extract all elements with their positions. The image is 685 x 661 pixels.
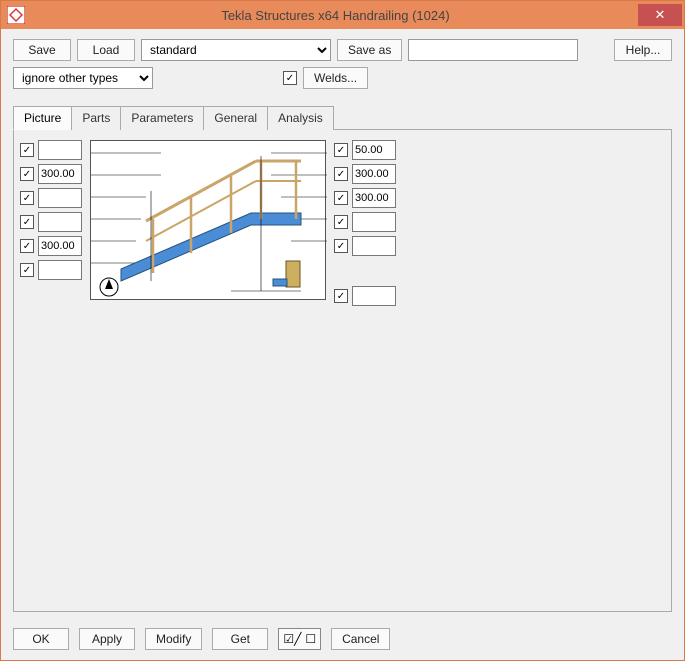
left-check-6[interactable]: ✓: [20, 263, 34, 277]
left-value-3[interactable]: [38, 188, 82, 208]
tab-parameters[interactable]: Parameters: [120, 106, 204, 130]
right-value-1[interactable]: [352, 140, 396, 160]
welds-checkbox[interactable]: ✓: [283, 71, 297, 85]
left-check-2[interactable]: ✓: [20, 167, 34, 181]
tab-panel-picture: ✓ ✓ ✓ ✓ ✓ ✓: [13, 130, 672, 612]
right-check-2[interactable]: ✓: [334, 167, 348, 181]
tab-parts[interactable]: Parts: [71, 106, 121, 130]
apply-button[interactable]: Apply: [79, 628, 135, 650]
save-as-name-input[interactable]: [408, 39, 578, 61]
filter-combo[interactable]: ignore other types: [13, 67, 153, 89]
get-button[interactable]: Get: [212, 628, 268, 650]
save-button[interactable]: Save: [13, 39, 71, 61]
close-icon: ✕: [655, 7, 666, 23]
right-value-2[interactable]: [352, 164, 396, 184]
right-check-4[interactable]: ✓: [334, 215, 348, 229]
cancel-button[interactable]: Cancel: [331, 628, 390, 650]
close-button[interactable]: ✕: [638, 4, 682, 26]
help-button[interactable]: Help...: [614, 39, 672, 61]
left-check-4[interactable]: ✓: [20, 215, 34, 229]
right-value-6[interactable]: [352, 286, 396, 306]
left-value-6[interactable]: [38, 260, 82, 280]
titlebar: Tekla Structures x64 Handrailing (1024) …: [1, 1, 684, 29]
left-value-1[interactable]: [38, 140, 82, 160]
toggle-set-icon: ☑╱: [283, 632, 301, 646]
left-check-5[interactable]: ✓: [20, 239, 34, 253]
left-check-3[interactable]: ✓: [20, 191, 34, 205]
right-check-1[interactable]: ✓: [334, 143, 348, 157]
tab-picture[interactable]: Picture: [13, 106, 72, 130]
tab-general[interactable]: General: [203, 106, 268, 130]
right-check-6[interactable]: ✓: [334, 289, 348, 303]
left-value-2[interactable]: [38, 164, 82, 184]
toggle-set-unset[interactable]: ☑╱ ☐: [278, 628, 321, 650]
right-value-5[interactable]: [352, 236, 396, 256]
footer-bar: OK Apply Modify Get ☑╱ ☐ Cancel: [1, 620, 684, 660]
right-check-5[interactable]: ✓: [334, 239, 348, 253]
right-value-4[interactable]: [352, 212, 396, 232]
load-button[interactable]: Load: [77, 39, 135, 61]
tab-analysis[interactable]: Analysis: [267, 106, 334, 130]
preset-combo[interactable]: standard: [141, 39, 331, 61]
right-fields: ✓ ✓ ✓ ✓ ✓ ✓: [334, 140, 396, 306]
modify-button[interactable]: Modify: [145, 628, 202, 650]
handrail-diagram: [90, 140, 326, 300]
welds-button[interactable]: Welds...: [303, 67, 368, 89]
tab-bar: Picture Parts Parameters General Analysi…: [13, 105, 672, 130]
ok-button[interactable]: OK: [13, 628, 69, 650]
right-value-3[interactable]: [352, 188, 396, 208]
left-fields: ✓ ✓ ✓ ✓ ✓ ✓: [20, 140, 82, 306]
toggle-unset-icon: ☐: [305, 632, 316, 646]
right-check-3[interactable]: ✓: [334, 191, 348, 205]
left-value-5[interactable]: [38, 236, 82, 256]
left-value-4[interactable]: [38, 212, 82, 232]
left-check-1[interactable]: ✓: [20, 143, 34, 157]
window-title: Tekla Structures x64 Handrailing (1024): [33, 8, 638, 23]
save-as-button[interactable]: Save as: [337, 39, 402, 61]
app-icon: [7, 6, 25, 24]
